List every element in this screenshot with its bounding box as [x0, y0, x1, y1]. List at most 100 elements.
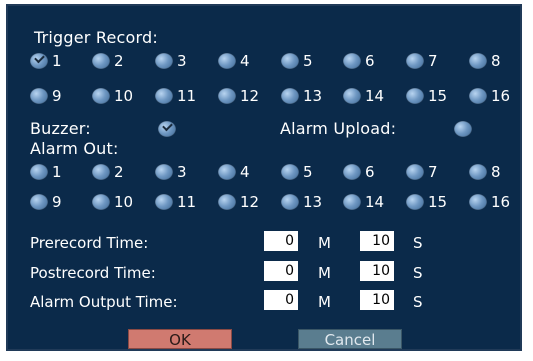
checkbox-icon: [155, 88, 173, 104]
checkbox-icon: [406, 194, 424, 210]
alarm-out-number-label: 12: [240, 193, 260, 211]
checkbox-icon: [218, 194, 236, 210]
alarm-output-time-label: Alarm Output Time:: [30, 293, 178, 311]
checkbox-icon: [30, 88, 48, 104]
trigger-record-checkbox-10[interactable]: 10: [92, 86, 133, 106]
checkbox-icon: [406, 164, 424, 180]
trigger-record-number-label: 1: [52, 52, 62, 70]
trigger-record-checkbox-8[interactable]: 8: [469, 51, 501, 71]
checkbox-icon: [155, 164, 173, 180]
alarm-output-seconds-input[interactable]: 10: [360, 290, 394, 310]
checkbox-icon: [406, 88, 424, 104]
trigger-record-checkbox-14[interactable]: 14: [343, 86, 384, 106]
alarm-upload-label: Alarm Upload:: [280, 119, 397, 138]
alarm-out-checkbox-11[interactable]: 11: [155, 192, 196, 212]
alarm-out-checkbox-3[interactable]: 3: [155, 162, 187, 182]
trigger-record-checkbox-4[interactable]: 4: [218, 51, 250, 71]
alarm-out-number-label: 5: [303, 163, 313, 181]
alarm-out-checkbox-9[interactable]: 9: [30, 192, 62, 212]
alarm-out-checkbox-2[interactable]: 2: [92, 162, 124, 182]
alarm-out-checkbox-16[interactable]: 16: [469, 192, 510, 212]
alarm-out-checkbox-14[interactable]: 14: [343, 192, 384, 212]
checkbox-icon: [406, 53, 424, 69]
alarm-settings-panel: Trigger Record: 1 2 3 4 5 6 7 8 9 10 11 12 13 14 15 16 …: [6, 4, 522, 351]
prerecord-time-label: Prerecord Time:: [30, 234, 149, 252]
alarm-out-number-label: 11: [177, 193, 197, 211]
alarm-output-minutes-input[interactable]: 0: [264, 290, 298, 310]
alarm-out-checkbox-12[interactable]: 12: [218, 192, 259, 212]
trigger-record-checkbox-11[interactable]: 11: [155, 86, 196, 106]
trigger-record-number-label: 7: [428, 52, 438, 70]
trigger-record-checkbox-9[interactable]: 9: [30, 86, 62, 106]
checkbox-icon: [343, 194, 361, 210]
ok-button[interactable]: OK: [128, 329, 232, 349]
alarm-out-number-label: 8: [491, 163, 501, 181]
checkbox-icon: [155, 53, 173, 69]
alarm-out-checkbox-1[interactable]: 1: [30, 162, 62, 182]
alarm-out-checkbox-8[interactable]: 8: [469, 162, 501, 182]
trigger-record-checkbox-1[interactable]: 1: [30, 51, 62, 71]
trigger-record-checkbox-13[interactable]: 13: [281, 86, 322, 106]
prerecord-minute-unit: M: [318, 234, 331, 252]
checkbox-icon: [218, 88, 236, 104]
checkbox-icon: [469, 194, 487, 210]
alarm-out-checkbox-5[interactable]: 5: [281, 162, 313, 182]
prerecord-seconds-input[interactable]: 10: [360, 231, 394, 251]
alarm-out-number-label: 10: [114, 193, 134, 211]
postrecord-time-label: Postrecord Time:: [30, 264, 156, 282]
checkbox-icon: [469, 53, 487, 69]
alarm-out-checkbox-15[interactable]: 15: [406, 192, 447, 212]
postrecord-minute-unit: M: [318, 264, 331, 282]
trigger-record-number-label: 6: [365, 52, 375, 70]
trigger-record-number-label: 16: [491, 87, 511, 105]
checkbox-icon: [343, 164, 361, 180]
postrecord-minutes-input[interactable]: 0: [264, 261, 298, 281]
checkbox-icon: [30, 53, 48, 69]
cancel-button[interactable]: Cancel: [298, 329, 402, 349]
alarm-output-second-unit: S: [413, 293, 423, 311]
alarm-out-number-label: 3: [177, 163, 187, 181]
checkbox-icon: [469, 164, 487, 180]
checkbox-icon: [30, 194, 48, 210]
checkbox-icon: [218, 53, 236, 69]
trigger-record-number-label: 5: [303, 52, 313, 70]
trigger-record-checkbox-2[interactable]: 2: [92, 51, 124, 71]
trigger-record-number-label: 3: [177, 52, 187, 70]
postrecord-seconds-input[interactable]: 10: [360, 261, 394, 281]
checkbox-icon: [281, 88, 299, 104]
alarm-out-checkbox-13[interactable]: 13: [281, 192, 322, 212]
trigger-record-number-label: 2: [114, 52, 124, 70]
trigger-record-checkbox-16[interactable]: 16: [469, 86, 510, 106]
alarm-out-checkbox-4[interactable]: 4: [218, 162, 250, 182]
trigger-record-checkbox-15[interactable]: 15: [406, 86, 447, 106]
checkbox-icon: [158, 121, 176, 137]
alarm-out-number-label: 2: [114, 163, 124, 181]
alarm-output-minute-unit: M: [318, 293, 331, 311]
alarm-out-number-label: 4: [240, 163, 250, 181]
alarm-out-checkbox-7[interactable]: 7: [406, 162, 438, 182]
checkbox-icon: [92, 194, 110, 210]
alarm-out-checkbox-6[interactable]: 6: [343, 162, 375, 182]
alarm-out-label: Alarm Out:: [30, 139, 119, 158]
checkbox-icon: [469, 88, 487, 104]
postrecord-second-unit: S: [413, 264, 423, 282]
trigger-record-checkbox-6[interactable]: 6: [343, 51, 375, 71]
prerecord-minutes-input[interactable]: 0: [264, 231, 298, 251]
checkbox-icon: [281, 53, 299, 69]
alarm-upload-checkbox[interactable]: [454, 119, 472, 139]
trigger-record-number-label: 12: [240, 87, 260, 105]
checkbox-icon: [281, 164, 299, 180]
trigger-record-checkbox-7[interactable]: 7: [406, 51, 438, 71]
alarm-out-number-label: 7: [428, 163, 438, 181]
buzzer-label: Buzzer:: [30, 119, 91, 138]
checkbox-icon: [454, 121, 472, 137]
alarm-out-number-label: 14: [365, 193, 385, 211]
trigger-record-checkbox-5[interactable]: 5: [281, 51, 313, 71]
buzzer-checkbox[interactable]: [158, 119, 176, 139]
checkbox-icon: [218, 164, 236, 180]
checkbox-icon: [281, 194, 299, 210]
alarm-out-checkbox-10[interactable]: 10: [92, 192, 133, 212]
alarm-out-number-label: 1: [52, 163, 62, 181]
trigger-record-checkbox-3[interactable]: 3: [155, 51, 187, 71]
trigger-record-checkbox-12[interactable]: 12: [218, 86, 259, 106]
